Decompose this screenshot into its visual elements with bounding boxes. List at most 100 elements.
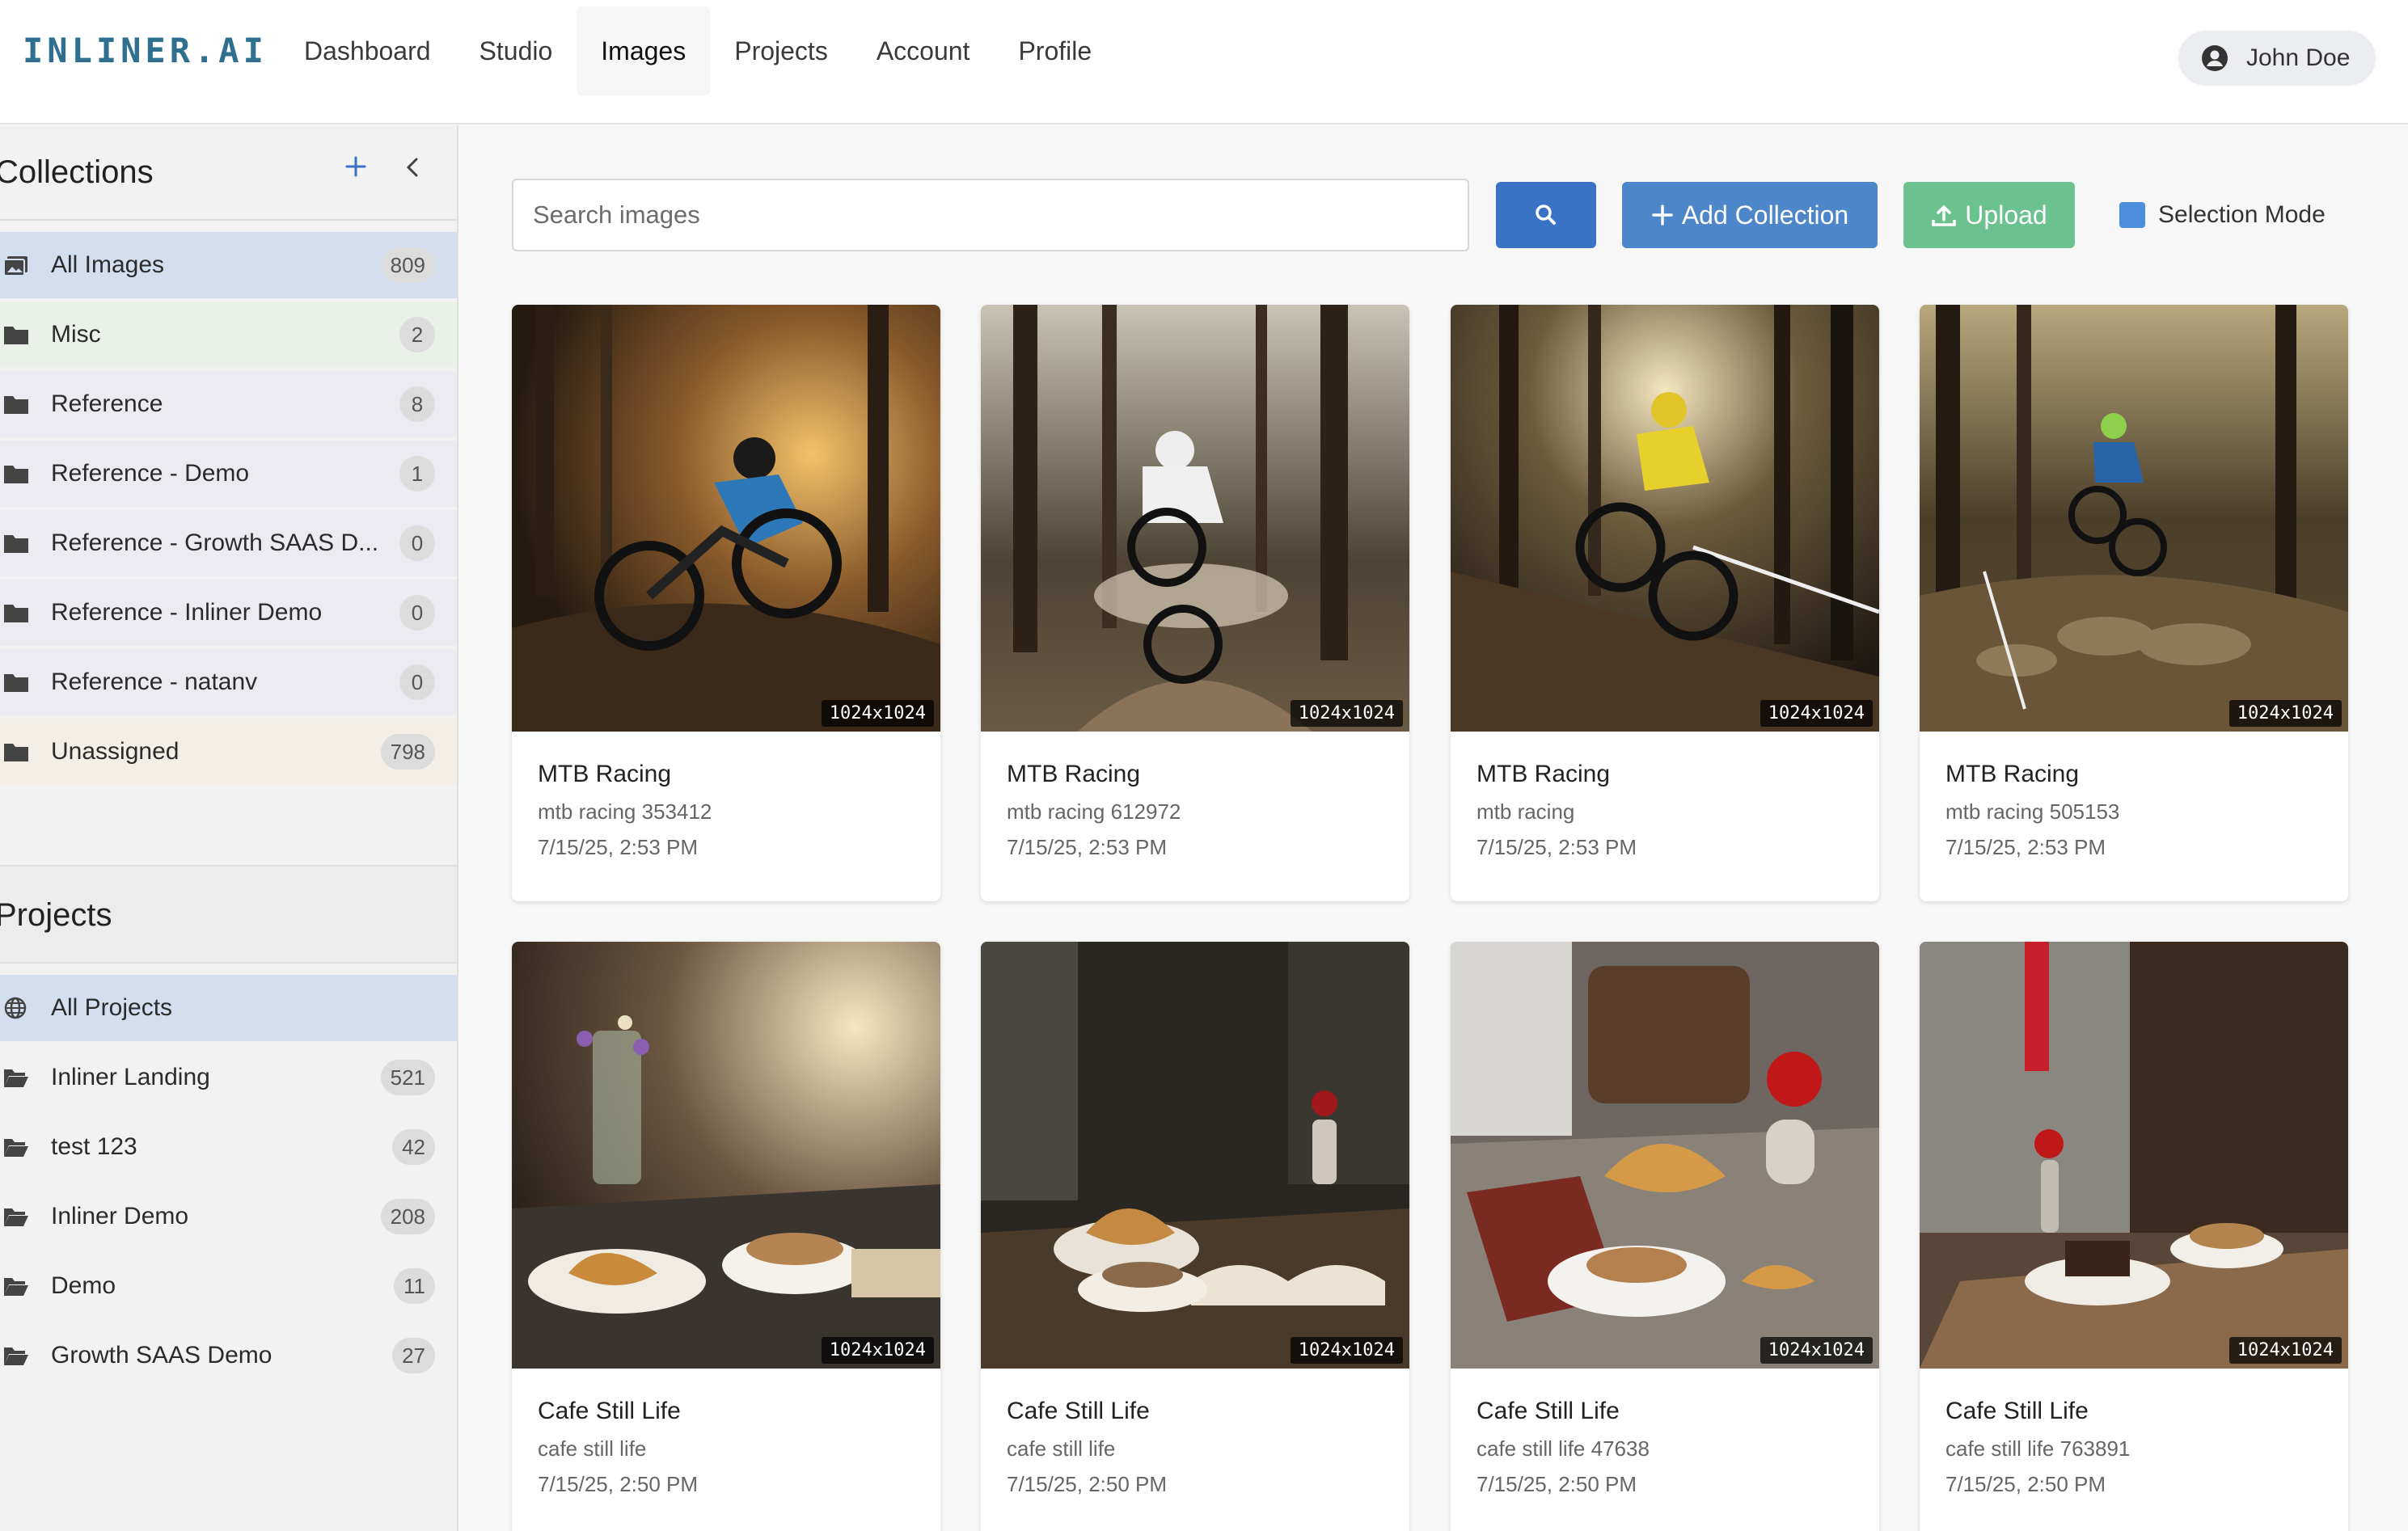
nav-images[interactable]: Images [577,6,711,95]
image-date: 7/15/25, 2:53 PM [1476,835,1637,859]
main-nav: Dashboard Studio Images Projects Account… [280,6,1116,95]
collections-title: Collections [0,154,154,190]
project-item-demo[interactable]: Demo 11 [0,1253,457,1319]
nav-profile[interactable]: Profile [994,6,1116,95]
user-name: John Doe [2246,44,2351,71]
image-dimensions: 1024x1024 [2228,1337,2342,1364]
image-subtitle: cafe still life 763891 [1945,1436,2131,1461]
collection-count: 798 [380,734,435,770]
image-card[interactable]: 1024x1024 MTB Racing mtb racing 353412 7… [512,305,940,901]
image-date: 7/15/25, 2:50 PM [1007,1472,1168,1496]
folder-icon [4,327,28,344]
image-thumbnail[interactable]: 1024x1024 [1920,305,2348,732]
image-title: Cafe Still Life [1007,1398,1150,1424]
image-date: 7/15/25, 2:53 PM [538,835,699,859]
image-thumbnail[interactable]: 1024x1024 [981,305,1409,732]
image-thumbnail[interactable]: 1024x1024 [1451,942,1879,1369]
image-date: 7/15/25, 2:53 PM [1007,835,1168,859]
image-dimensions: 1024x1024 [821,1337,934,1364]
image-title: Cafe Still Life [1476,1398,1620,1424]
globe-icon [4,997,27,1019]
image-card[interactable]: 1024x1024 MTB Racing mtb racing 612972 7… [981,305,1409,901]
image-thumbnail[interactable]: 1024x1024 [981,942,1409,1369]
image-title: MTB Racing [1007,761,1141,787]
folder-open-icon [4,1139,28,1157]
user-circle-icon [2202,45,2228,71]
collection-item-all-images[interactable]: All Images 809 [0,232,457,298]
user-menu-button[interactable]: John Doe [2178,31,2376,86]
selection-mode-checkbox[interactable] [2119,202,2145,228]
image-card[interactable]: 1024x1024 Cafe Still Life cafe still lif… [1920,942,2348,1531]
collection-label: Reference - natanv [51,668,258,695]
add-collection-button[interactable]: Add Collection [1622,182,1878,248]
image-subtitle: cafe still life [1007,1436,1116,1461]
selection-mode-toggle[interactable]: Selection Mode [2119,201,2326,229]
nav-account[interactable]: Account [852,6,995,95]
collection-count: 0 [399,525,435,561]
image-dimensions: 1024x1024 [2228,700,2342,727]
nav-projects[interactable]: Projects [710,6,852,95]
projects-header: Projects [0,867,457,962]
project-item-inliner-landing[interactable]: Inliner Landing 521 [0,1044,457,1111]
project-count: 208 [380,1199,435,1234]
collection-item-reference-natanv[interactable]: Reference - natanv 0 [0,649,457,715]
sidebar-divider [0,962,457,964]
image-dimensions: 1024x1024 [1290,700,1403,727]
image-card[interactable]: 1024x1024 MTB Racing mtb racing 7/15/25,… [1451,305,1879,901]
project-label: All Projects [51,994,173,1021]
nav-dashboard[interactable]: Dashboard [280,6,455,95]
collection-item-unassigned[interactable]: Unassigned 798 [0,719,457,785]
nav-studio[interactable]: Studio [455,6,577,95]
image-card[interactable]: 1024x1024 Cafe Still Life cafe still lif… [981,942,1409,1531]
top-nav-bar: INLINER.AI Dashboard Studio Images Proje… [0,0,2408,124]
image-card[interactable]: 1024x1024 Cafe Still Life cafe still lif… [512,942,940,1531]
project-count: 42 [392,1129,435,1165]
projects-title: Projects [0,897,112,933]
image-subtitle: cafe still life 47638 [1476,1436,1650,1461]
folder-icon [4,744,28,761]
project-label: Demo [51,1272,116,1299]
image-title: Cafe Still Life [538,1398,681,1424]
collection-item-reference-inliner-demo[interactable]: Reference - Inliner Demo 0 [0,580,457,646]
folder-open-icon [4,1278,28,1296]
collection-count: 8 [399,386,435,422]
upload-button[interactable]: Upload [1903,182,2075,248]
image-thumbnail[interactable]: 1024x1024 [512,305,940,732]
collection-item-reference-growth-saas[interactable]: Reference - Growth SAAS D... 0 [0,510,457,576]
upload-label: Upload [1965,200,2047,230]
search-button[interactable] [1496,182,1596,248]
project-count: 11 [394,1268,435,1304]
plus-icon[interactable] [342,153,370,180]
image-dimensions: 1024x1024 [821,700,934,727]
collection-count: 0 [399,664,435,700]
image-thumbnail[interactable]: 1024x1024 [1451,305,1879,732]
collection-item-reference-demo[interactable]: Reference - Demo 1 [0,441,457,507]
plus-icon [1652,205,1673,226]
project-item-test-123[interactable]: test 123 42 [0,1114,457,1180]
search-input[interactable] [512,179,1469,251]
project-item-growth-saas-demo[interactable]: Growth SAAS Demo 27 [0,1322,457,1389]
app-logo[interactable]: INLINER.AI [23,31,268,70]
folder-open-icon [4,1348,28,1365]
image-card[interactable]: 1024x1024 MTB Racing mtb racing 505153 7… [1920,305,2348,901]
chevron-left-icon[interactable] [403,156,422,179]
folder-icon [4,674,28,692]
image-thumbnail[interactable]: 1024x1024 [512,942,940,1369]
image-dimensions: 1024x1024 [1290,1337,1403,1364]
image-card[interactable]: 1024x1024 Cafe Still Life cafe still lif… [1451,942,1879,1531]
project-item-inliner-demo[interactable]: Inliner Demo 208 [0,1183,457,1250]
project-label: Inliner Landing [51,1064,210,1090]
collection-item-misc[interactable]: Misc 2 [0,302,457,368]
project-item-all-projects[interactable]: All Projects [0,975,457,1041]
collection-item-reference[interactable]: Reference 8 [0,371,457,437]
project-label: Growth SAAS Demo [51,1342,272,1369]
collection-label: All Images [51,251,165,278]
add-collection-label: Add Collection [1681,200,1849,230]
image-thumbnail[interactable]: 1024x1024 [1920,942,2348,1369]
collection-label: Unassigned [51,738,180,765]
folder-icon [4,605,28,622]
folder-open-icon [4,1208,28,1226]
collections-header: Collections [0,125,457,221]
image-subtitle: cafe still life [538,1436,647,1461]
collection-label: Reference - Growth SAAS D... [51,529,379,556]
